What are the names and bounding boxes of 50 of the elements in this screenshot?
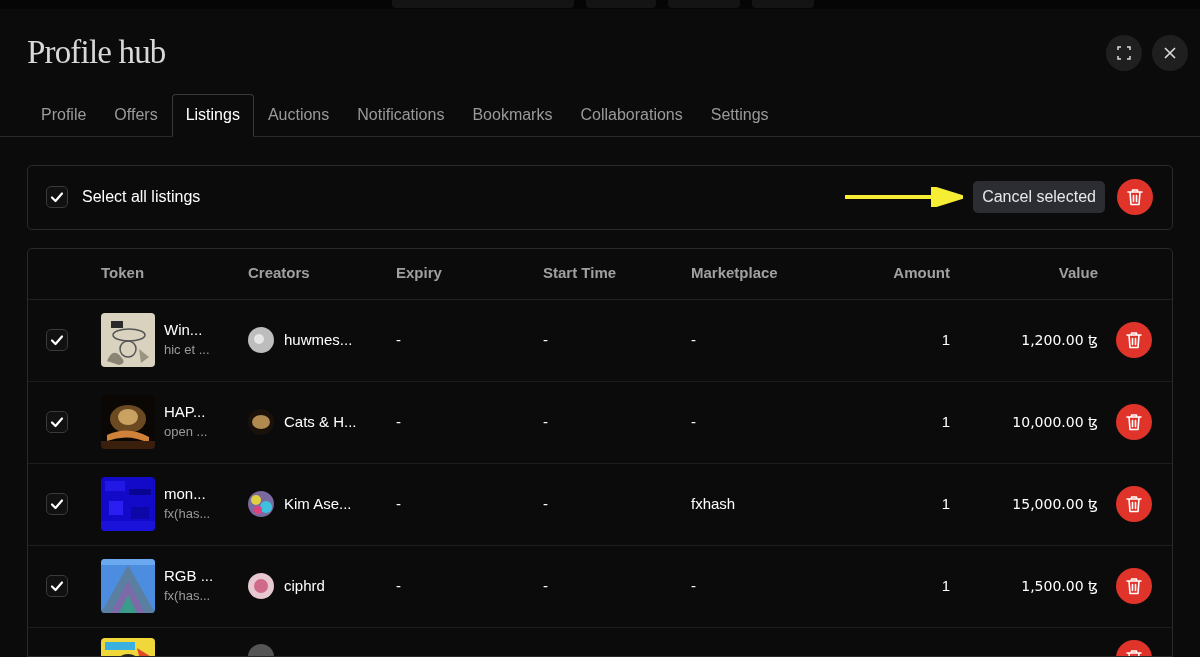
table-cell-text: - — [396, 575, 401, 596]
table-cell-text: - — [691, 411, 696, 432]
tab[interactable]: Notifications — [343, 93, 459, 137]
column-header: Marketplace — [691, 263, 779, 284]
tab[interactable]: Settings — [696, 93, 783, 137]
token-name: mon... — [164, 484, 207, 504]
table-cell-text: 1 — [941, 329, 951, 350]
table-cell-text: - — [543, 329, 548, 350]
table-cell-text: - — [396, 329, 401, 350]
tab[interactable]: Offers — [100, 93, 172, 137]
tab[interactable]: Auctions — [253, 93, 344, 137]
table-cell-text: 1 — [941, 493, 951, 514]
table-cell-text: - — [691, 329, 696, 350]
creator-name: Kim Ase... — [284, 493, 352, 514]
table-cell-text: - — [396, 493, 401, 514]
table-cell-text: 1,500.00 ꜩ — [1021, 576, 1099, 596]
column-header: Start Time — [543, 263, 618, 284]
table-cell-text: - — [396, 411, 401, 432]
column-header: Expiry — [396, 263, 443, 284]
table-cell-text: 15,000.00 ꜩ — [1012, 494, 1099, 514]
column-header: Creators — [248, 263, 311, 284]
tab[interactable]: Collaborations — [566, 93, 697, 137]
column-header: Value — [1058, 263, 1099, 284]
token-source: fx(has... — [164, 587, 212, 605]
table-cell-text: fxhash — [691, 493, 736, 514]
token-source: open ... — [164, 423, 208, 441]
table-cell-text: - — [691, 575, 696, 596]
column-header: Token — [101, 263, 146, 284]
creator-name: huwmes... — [284, 329, 353, 350]
tab[interactable]: Profile — [27, 93, 101, 137]
select-all-label: Select all listings — [82, 187, 201, 207]
table-cell-text: 1,200.00 ꜩ — [1021, 330, 1099, 350]
table-cell-text: 10,000.00 ꜩ — [1012, 412, 1099, 432]
creator-name: ciphrd — [284, 575, 325, 596]
token-name: HAP... — [164, 402, 207, 422]
table-cell-text: - — [543, 575, 548, 596]
tab[interactable]: Bookmarks — [458, 93, 567, 137]
tooltip: Cancel selected — [973, 181, 1105, 213]
token-name: RGB ... — [164, 566, 214, 586]
table-cell-text: - — [543, 411, 548, 432]
column-header: Amount — [893, 263, 951, 284]
creator-name: Cats & H... — [284, 411, 357, 432]
token-source: hic et ... — [164, 341, 210, 359]
table-cell-text: - — [543, 493, 548, 514]
token-name: Win... — [164, 320, 204, 340]
token-source: fx(has... — [164, 505, 211, 523]
table-cell-text: 1 — [941, 411, 951, 432]
table-cell-text: 1 — [941, 575, 951, 596]
dialog-title: Profile hub — [27, 33, 166, 72]
tab[interactable]: Listings — [171, 93, 254, 137]
